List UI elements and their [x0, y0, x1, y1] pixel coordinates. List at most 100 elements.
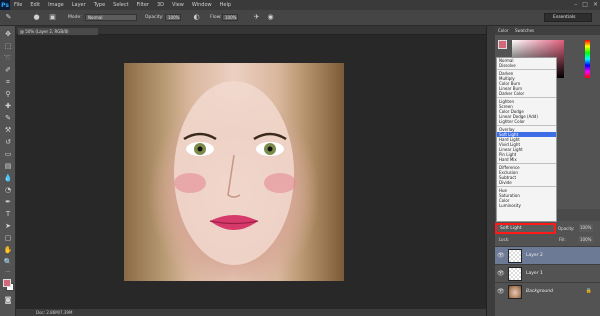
healing-brush-tool-icon[interactable]: ✚: [3, 102, 13, 111]
flow-field[interactable]: 100%: [222, 14, 238, 21]
status-bar: Doc: 2.86M/7.39M: [16, 309, 486, 316]
workspace-select[interactable]: Essentials: [544, 13, 592, 22]
eyedropper-tool-icon[interactable]: ⚲: [3, 90, 13, 99]
layer-row-layer-2[interactable]: 👁 Layer 2: [495, 246, 600, 264]
menu-window[interactable]: Window: [188, 2, 216, 8]
blend-mode-dropdown: Normal Dissolve Darken Multiply Color Burn Li…: [496, 57, 557, 222]
path-select-tool-icon[interactable]: ➤: [3, 222, 13, 231]
gradient-tool-icon[interactable]: ▤: [3, 162, 13, 171]
layer-name: Layer 1: [526, 271, 543, 276]
menu-help[interactable]: Help: [216, 2, 235, 8]
blur-tool-icon[interactable]: 💧: [3, 174, 13, 183]
layer-opacity-field[interactable]: 100%: [579, 224, 593, 232]
layer-row-background[interactable]: 👁 Background 🔒: [495, 282, 600, 300]
hue-slider[interactable]: [585, 40, 590, 78]
blend-mode-option[interactable]: Luminosity: [497, 203, 556, 208]
more-tools-icon[interactable]: ···: [3, 268, 13, 277]
dodge-tool-icon[interactable]: ◔: [3, 186, 13, 195]
tab-color[interactable]: Color: [498, 28, 508, 33]
maximize-button[interactable]: □: [582, 1, 588, 8]
menu-select[interactable]: Select: [109, 2, 132, 8]
move-tool-icon[interactable]: ✥: [3, 30, 13, 39]
menu-separator: [497, 163, 556, 164]
blend-mode-option[interactable]: Darker Color: [497, 91, 556, 96]
pressure-opacity-icon[interactable]: ◐: [192, 13, 201, 22]
lock-label: Lock:: [499, 237, 510, 242]
brush-preset-icon[interactable]: ✎: [4, 13, 13, 22]
layer-name: Background: [526, 289, 553, 294]
visibility-eye-icon[interactable]: 👁: [497, 270, 505, 277]
brush-tool-icon[interactable]: ✎: [3, 114, 13, 123]
lasso-tool-icon[interactable]: ➰: [3, 54, 13, 63]
foreground-color-swatch[interactable]: [3, 279, 11, 287]
canvas-area[interactable]: [16, 35, 486, 310]
menu-edit[interactable]: Edit: [26, 2, 44, 8]
layer-name: Layer 2: [526, 253, 543, 258]
tab-swatches[interactable]: Swatches: [515, 28, 534, 33]
tools-panel: ✥ ⬚ ➰ ✐ ⌗ ⚲ ✚ ✎ ⚒ ↺ ▭ ▤ 💧 ◔ ✒ T ➤ ▢ ✋ 🔍 …: [0, 26, 16, 316]
opacity-label: Opacity:: [145, 15, 164, 20]
lock-row: Lock: Fill: 100%: [495, 235, 600, 245]
menu-separator: [497, 97, 556, 98]
blend-mode-select[interactable]: Soft Light: [495, 223, 556, 234]
mode-select[interactable]: Normal: [85, 14, 137, 21]
shape-tool-icon[interactable]: ▢: [3, 234, 13, 243]
menu-separator: [497, 186, 556, 187]
flow-label: Flow:: [210, 15, 222, 20]
document-tab-bar: @ 50% (Layer 2, RGB/8): [16, 26, 486, 35]
layer-row-layer-1[interactable]: 👁 Layer 1: [495, 264, 600, 282]
zoom-tool-icon[interactable]: 🔍: [3, 258, 13, 267]
visibility-eye-icon[interactable]: 👁: [497, 288, 505, 295]
quick-mask-icon[interactable]: ◙: [3, 296, 13, 305]
portrait-photo: [124, 63, 344, 281]
minimize-button[interactable]: –: [574, 1, 577, 8]
blend-mode-option[interactable]: Lighter Color: [497, 119, 556, 124]
fill-field[interactable]: 100%: [579, 236, 593, 243]
layer-opacity-label: Opacity:: [558, 226, 575, 231]
history-brush-tool-icon[interactable]: ↺: [3, 138, 13, 147]
options-bar: ✎ ● ▣ Mode: Normal Opacity: 100% ◐ Flow:…: [0, 10, 600, 26]
type-tool-icon[interactable]: T: [3, 210, 13, 219]
brush-size-icon[interactable]: ●: [32, 13, 41, 22]
menu-separator: [497, 125, 556, 126]
lock-icon: 🔒: [585, 288, 592, 294]
doc-size-status: Doc: 2.86M/7.39M: [36, 310, 73, 315]
fill-label: Fill:: [559, 237, 566, 242]
menu-separator: [497, 69, 556, 70]
blend-mode-option[interactable]: Divide: [497, 180, 556, 185]
menu-layer[interactable]: Layer: [68, 2, 90, 8]
blend-mode-option[interactable]: Hard Mix: [497, 157, 556, 162]
eraser-tool-icon[interactable]: ▭: [3, 150, 13, 159]
menu-3d[interactable]: 3D: [153, 2, 168, 8]
photoshop-logo: Ps: [0, 0, 10, 10]
menu-filter[interactable]: Filter: [133, 2, 153, 8]
marquee-tool-icon[interactable]: ⬚: [3, 42, 13, 51]
document-tab[interactable]: @ 50% (Layer 2, RGB/8): [18, 28, 98, 35]
window-controls: – □ ✕: [574, 1, 598, 8]
menu-bar: Ps File Edit Image Layer Type Select Fil…: [0, 0, 600, 10]
collapsed-panel-strip: [486, 26, 495, 316]
quick-select-tool-icon[interactable]: ✐: [3, 66, 13, 75]
clone-stamp-tool-icon[interactable]: ⚒: [3, 126, 13, 135]
menu-image[interactable]: Image: [44, 2, 68, 8]
airbrush-icon[interactable]: ✈: [252, 13, 261, 22]
brush-panel-icon[interactable]: ▣: [48, 13, 57, 22]
crop-tool-icon[interactable]: ⌗: [3, 78, 13, 87]
visibility-eye-icon[interactable]: 👁: [497, 252, 505, 259]
menu-file[interactable]: File: [10, 2, 26, 8]
mode-label: Mode:: [68, 15, 82, 20]
pressure-size-icon[interactable]: ◉: [266, 13, 275, 22]
pen-tool-icon[interactable]: ✒: [3, 198, 13, 207]
panel-foreground-swatch[interactable]: [498, 40, 507, 49]
opacity-field[interactable]: 100%: [165, 14, 181, 21]
menu-type[interactable]: Type: [90, 2, 109, 8]
close-button[interactable]: ✕: [593, 1, 598, 8]
hand-tool-icon[interactable]: ✋: [3, 246, 13, 255]
layer-thumbnail: [508, 267, 522, 281]
layer-thumbnail: [508, 249, 522, 263]
face-illustration: [174, 81, 296, 265]
menu-view[interactable]: View: [168, 2, 188, 8]
blend-mode-option[interactable]: Dissolve: [497, 63, 556, 68]
color-panel-tabs: Color Swatches: [495, 26, 600, 35]
layer-thumbnail: [508, 285, 522, 299]
